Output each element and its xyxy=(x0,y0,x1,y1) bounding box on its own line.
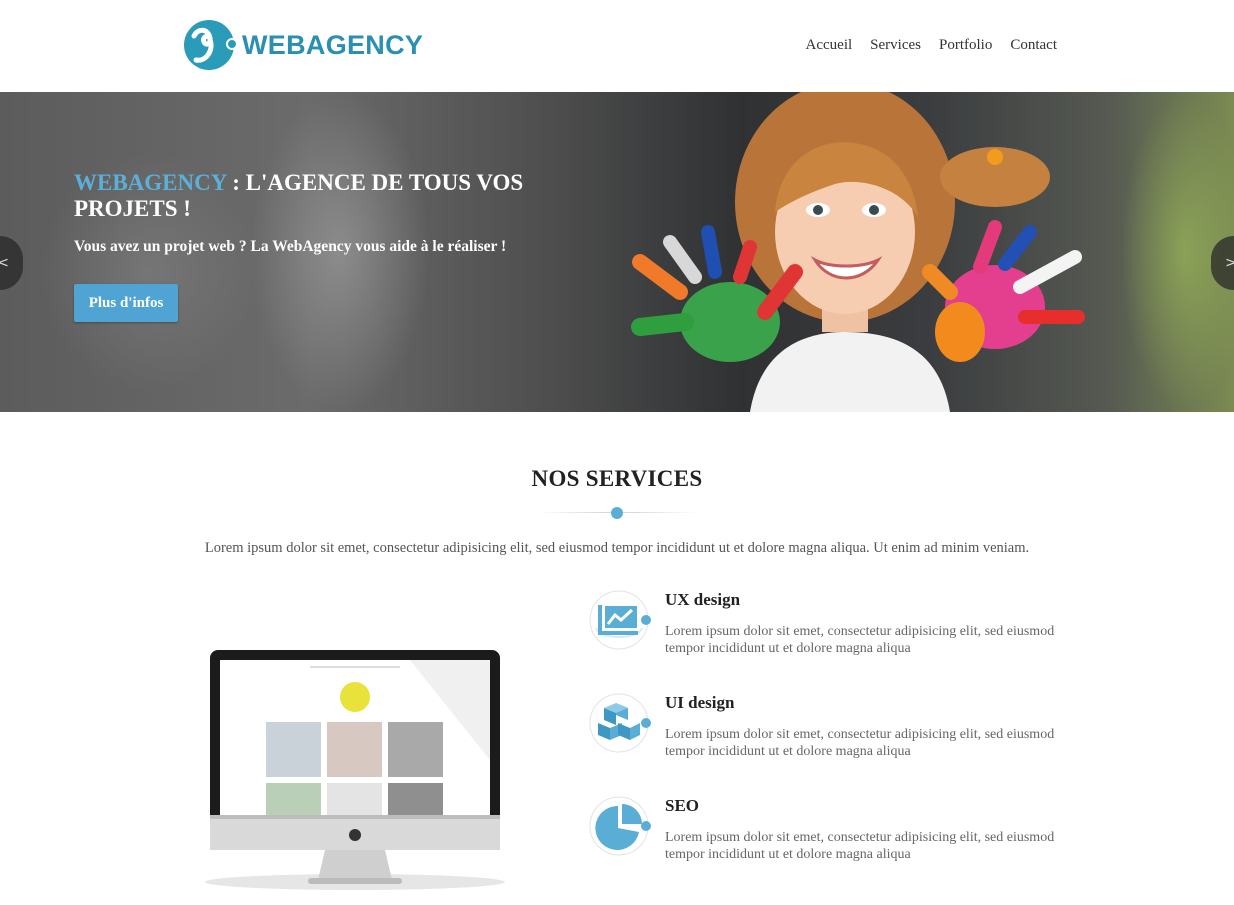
title-divider xyxy=(537,506,697,520)
brand-name: WEBAGENCY xyxy=(242,29,424,60)
nav-portfolio[interactable]: Portfolio xyxy=(939,37,992,54)
service-text: Lorem ipsum dolor sit emet, consectetur … xyxy=(665,624,1055,656)
service-name: UI design xyxy=(665,693,735,712)
cubes-icon xyxy=(589,693,651,753)
webagency-logo-icon xyxy=(184,20,238,70)
service-text: Lorem ipsum dolor sit emet, consectetur … xyxy=(665,830,1055,862)
hero-subtitle: Vous avez un projet web ? La WebAgency v… xyxy=(74,238,507,255)
services-description: Lorem ipsum dolor sit emet, consectetur … xyxy=(204,540,1030,556)
main-nav: Accueil Services Portfolio Contact xyxy=(806,37,1057,54)
hero-text: WEBAGENCY : L'AGENCE DE TOUS VOS PROJETS… xyxy=(74,170,534,256)
service-text: Lorem ipsum dolor sit emet, consectetur … xyxy=(665,727,1055,759)
nav-services[interactable]: Services xyxy=(870,37,921,54)
slider-prev-button[interactable]: < xyxy=(0,236,23,290)
hero-title: WEBAGENCY : L'AGENCE DE TOUS VOS PROJETS… xyxy=(74,170,534,222)
logo[interactable]: WEBAGENCY xyxy=(184,18,423,72)
service-item: UX design Lorem ipsum dolor sit emet, co… xyxy=(588,588,1088,668)
chevron-right-icon: > xyxy=(1225,255,1234,271)
hero-child-photo xyxy=(631,92,1085,412)
nav-contact[interactable]: Contact xyxy=(1010,37,1057,54)
imac-illustration xyxy=(205,650,505,890)
service-name: SEO xyxy=(665,796,700,815)
nav-accueil[interactable]: Accueil xyxy=(806,37,853,54)
divider-dot xyxy=(611,507,623,519)
pie-chart-icon xyxy=(589,796,651,856)
service-name: UX design xyxy=(665,590,741,609)
chevron-left-icon: < xyxy=(0,255,9,271)
service-item: SEO Lorem ipsum dolor sit emet, consecte… xyxy=(588,794,1088,874)
painted-hand-right xyxy=(922,220,1085,362)
hero-title-accent: WEBAGENCY xyxy=(74,170,227,195)
service-item: UI design Lorem ipsum dolor sit emet, co… xyxy=(588,691,1088,771)
site-header: WEBAGENCY Accueil Services Portfolio Con… xyxy=(0,0,1234,92)
more-info-button[interactable]: Plus d'infos xyxy=(74,284,178,322)
chart-icon xyxy=(589,590,651,650)
services-title: NOS SERVICES xyxy=(531,466,703,491)
hero-slider: WEBAGENCY : L'AGENCE DE TOUS VOS PROJETS… xyxy=(0,92,1234,412)
